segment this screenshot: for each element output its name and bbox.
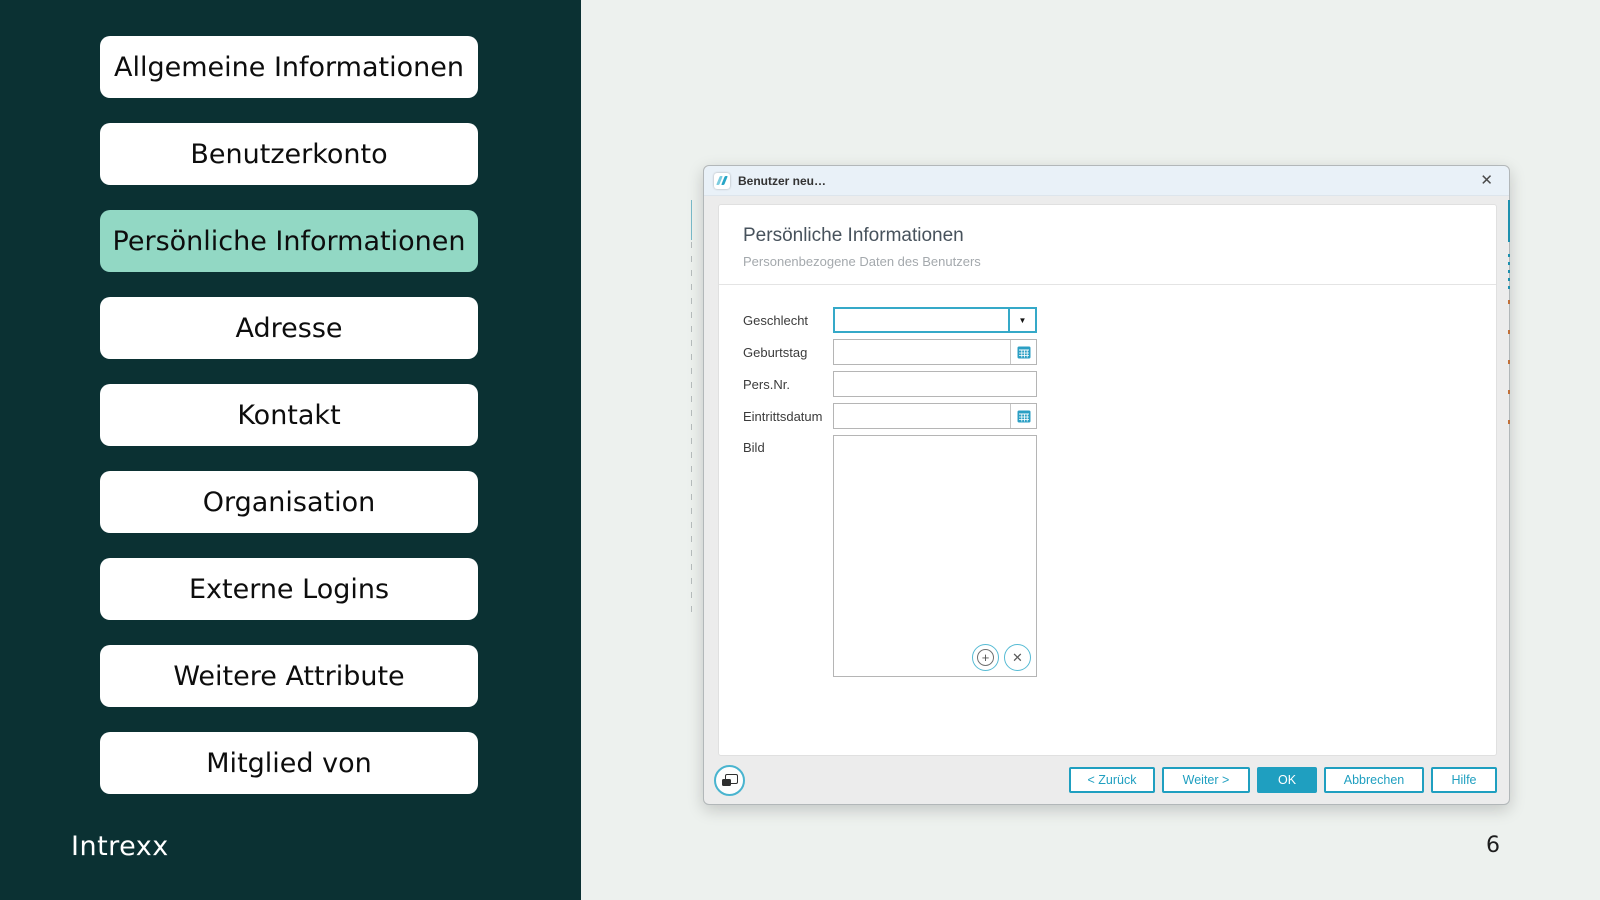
sidebar-item-organisation[interactable]: Organisation bbox=[100, 471, 478, 533]
dialog-footer: < Zurück Weiter > OK Abbrechen Hilfe bbox=[704, 756, 1509, 804]
geburtstag-input[interactable] bbox=[834, 340, 1010, 364]
background-window-edge-right bbox=[1508, 200, 1510, 620]
preview-window-button[interactable] bbox=[714, 764, 745, 796]
bild-actions: + ✕ bbox=[972, 644, 1031, 671]
add-image-button[interactable]: + bbox=[972, 644, 999, 671]
form-row-geburtstag: Geburtstag bbox=[743, 339, 1496, 365]
eintrittsdatum-input[interactable] bbox=[834, 404, 1010, 428]
sidebar-item-mitglied-von[interactable]: Mitglied von bbox=[100, 732, 478, 794]
chevron-down-icon: ▼ bbox=[1018, 315, 1027, 325]
persnr-input[interactable] bbox=[833, 371, 1037, 397]
dropdown-toggle-button[interactable]: ▼ bbox=[1008, 309, 1035, 331]
user-form: Geschlecht ▼ Geburtstag Pers.Nr. Eintrit… bbox=[719, 285, 1496, 677]
sidebar-item-kontakt[interactable]: Kontakt bbox=[100, 384, 478, 446]
geschlecht-label: Geschlecht bbox=[743, 312, 809, 328]
geburtstag-label: Geburtstag bbox=[743, 344, 808, 360]
eintrittsdatum-datefield[interactable] bbox=[833, 403, 1037, 429]
persnr-label: Pers.Nr. bbox=[743, 376, 790, 392]
form-row-geschlecht: Geschlecht ▼ bbox=[743, 307, 1496, 333]
ok-button[interactable]: OK bbox=[1257, 767, 1317, 793]
form-row-persnr: Pers.Nr. bbox=[743, 371, 1496, 397]
form-row-bild: Bild + ✕ bbox=[743, 435, 1496, 677]
sidebar-item-externe-logins[interactable]: Externe Logins bbox=[100, 558, 478, 620]
geschlecht-input[interactable] bbox=[835, 309, 1008, 331]
dialog-title: Benutzer neu… bbox=[738, 173, 827, 188]
next-button[interactable]: Weiter > bbox=[1162, 767, 1250, 793]
footer-buttons: < Zurück Weiter > OK Abbrechen Hilfe bbox=[1069, 767, 1497, 793]
dialog-benutzer-neu: Benutzer neu… ✕ Persönliche Informatione… bbox=[703, 165, 1510, 805]
page-subtitle: Personenbezogene Daten des Benutzers bbox=[743, 254, 981, 269]
eintrittsdatum-calendar-button[interactable] bbox=[1010, 404, 1036, 428]
sidebar-item-weitere-attribute[interactable]: Weitere Attribute bbox=[100, 645, 478, 707]
background-window-edge-left bbox=[691, 200, 692, 620]
plus-icon: + bbox=[977, 649, 994, 666]
geburtstag-calendar-button[interactable] bbox=[1010, 340, 1036, 364]
back-button[interactable]: < Zurück bbox=[1069, 767, 1155, 793]
sidebar-item-benutzerkonto[interactable]: Benutzerkonto bbox=[100, 123, 478, 185]
bild-image-area[interactable]: + ✕ bbox=[833, 435, 1037, 677]
page-number: 6 bbox=[1486, 833, 1500, 858]
sidebar-item-allgemeine-informationen[interactable]: Allgemeine Informationen bbox=[100, 36, 478, 98]
sidebar: Allgemeine Informationen Benutzerkonto P… bbox=[0, 0, 581, 900]
x-icon: ✕ bbox=[1012, 650, 1023, 665]
calendar-icon bbox=[1017, 410, 1030, 422]
sidebar-item-adresse[interactable]: Adresse bbox=[100, 297, 478, 359]
cancel-button[interactable]: Abbrechen bbox=[1324, 767, 1424, 793]
geburtstag-datefield[interactable] bbox=[833, 339, 1037, 365]
slide: Allgemeine Informationen Benutzerkonto P… bbox=[0, 0, 1600, 900]
dialog-header: Persönliche Informationen Personenbezoge… bbox=[719, 205, 1496, 285]
sidebar-nav: Allgemeine Informationen Benutzerkonto P… bbox=[100, 36, 478, 794]
form-row-eintrittsdatum: Eintrittsdatum bbox=[743, 403, 1496, 429]
intrexx-app-icon bbox=[714, 172, 730, 189]
remove-image-button[interactable]: ✕ bbox=[1004, 644, 1031, 671]
eintrittsdatum-label: Eintrittsdatum bbox=[743, 408, 823, 424]
close-icon[interactable]: ✕ bbox=[1474, 172, 1499, 189]
bild-label: Bild bbox=[743, 440, 765, 455]
dialog-titlebar: Benutzer neu… ✕ bbox=[704, 166, 1509, 196]
calendar-icon bbox=[1017, 346, 1030, 358]
dialog-content-card: Persönliche Informationen Personenbezoge… bbox=[718, 204, 1497, 756]
help-button[interactable]: Hilfe bbox=[1431, 767, 1497, 793]
geschlecht-dropdown[interactable]: ▼ bbox=[833, 307, 1037, 333]
page-title: Persönliche Informationen bbox=[743, 225, 964, 246]
intrexx-logo: Intrexx bbox=[71, 831, 169, 862]
sidebar-item-persoenliche-informationen[interactable]: Persönliche Informationen bbox=[100, 210, 478, 272]
